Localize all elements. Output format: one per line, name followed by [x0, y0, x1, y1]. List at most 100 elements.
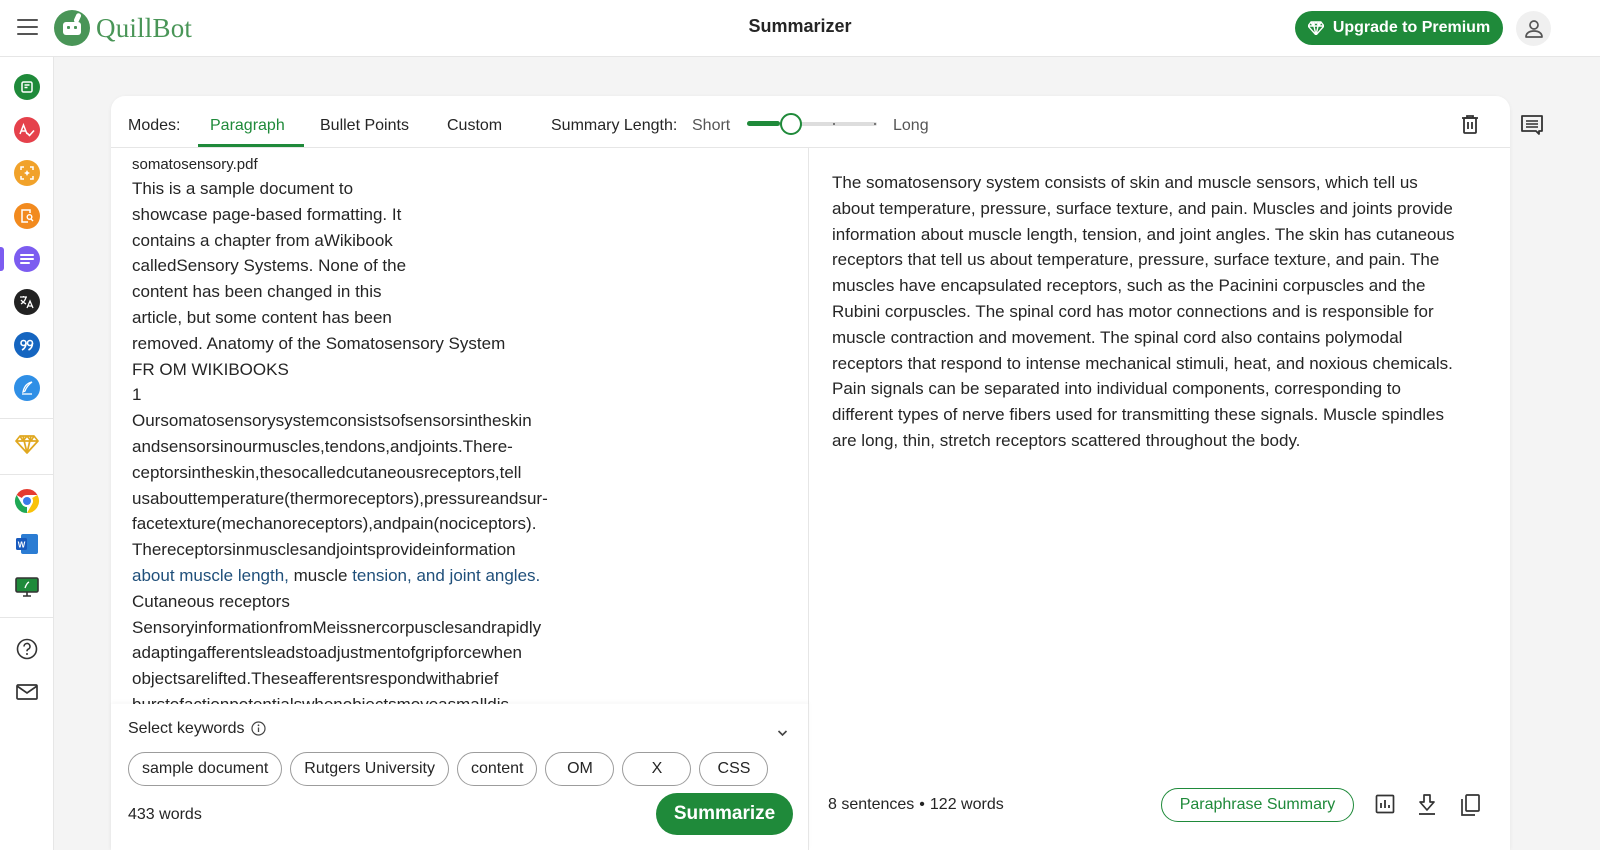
keyword-chip[interactable]: X — [622, 752, 692, 786]
input-line: Cutaneous receptors — [132, 591, 290, 611]
input-pane[interactable]: somatosensory.pdf This is a sample docum… — [111, 148, 809, 704]
diamond-icon — [15, 435, 39, 454]
stats-separator: • — [919, 796, 925, 813]
top-bar: QuillBot Summarizer Upgrade to Premium — [0, 0, 1600, 57]
paraphraser-icon — [21, 81, 33, 93]
feedback-button[interactable] — [1520, 114, 1544, 141]
sidebar-item-contact[interactable] — [14, 679, 40, 705]
sidebar-item-help[interactable] — [14, 636, 40, 662]
upgrade-button[interactable]: Upgrade to Premium — [1295, 11, 1503, 45]
bar-chart-icon — [1375, 794, 1395, 814]
quillbot-logo[interactable]: QuillBot — [54, 10, 192, 46]
highlighted-text: tension, and joint angles. — [352, 565, 541, 585]
sidebar-item-desktop-app[interactable] — [14, 574, 40, 600]
plagiarism-icon — [21, 209, 34, 223]
keyword-chip[interactable]: content — [457, 752, 538, 786]
input-line: adaptingafferentsleadstoadjustmentofgrip… — [132, 643, 523, 663]
sidebar-item-translator[interactable] — [14, 289, 40, 315]
quill-pen-icon — [22, 381, 33, 395]
comment-icon — [1521, 115, 1543, 135]
sidebar-item-grammar-checker[interactable] — [14, 117, 40, 143]
input-line-highlighted: about muscle length, muscle tension, and… — [132, 563, 732, 589]
sidebar-active-indicator — [0, 247, 4, 271]
slider-fill — [747, 121, 780, 126]
copy-icon — [1461, 794, 1480, 816]
logo-icon — [54, 10, 90, 46]
sentence-count: 8 sentences — [828, 796, 915, 813]
sidebar-item-summarizer[interactable] — [14, 246, 40, 272]
input-line: removed. Anatomy of the Somatosensory Sy… — [132, 333, 506, 353]
ai-detector-icon — [20, 166, 34, 180]
sidebar-divider — [0, 617, 54, 618]
output-pane: The somatosensory system consists of ski… — [810, 148, 1510, 850]
input-line: content has been changed in this — [132, 282, 382, 302]
sidebar-item-word-addin[interactable]: W — [14, 531, 40, 557]
keyword-chip[interactable]: CSS — [699, 752, 769, 786]
summarize-button[interactable]: Summarize — [656, 793, 793, 835]
account-button[interactable] — [1516, 11, 1551, 46]
input-line: facetexture(mechanoreceptors),andpain(no… — [132, 514, 537, 534]
sidebar-item-premium[interactable] — [14, 431, 40, 457]
modes-label: Modes: — [128, 117, 181, 134]
help-icon — [16, 638, 38, 660]
sidebar-item-plagiarism-checker[interactable] — [14, 203, 40, 229]
copy-button[interactable] — [1460, 794, 1480, 821]
menu-icon[interactable] — [17, 19, 38, 35]
summary-length-label: Summary Length: — [551, 117, 678, 134]
input-line: Oursomatosensorysystemconsistsofsensorsi… — [132, 411, 532, 431]
paraphrase-summary-button[interactable]: Paraphrase Summary — [1161, 788, 1354, 822]
slider-thumb[interactable] — [779, 113, 802, 135]
input-word-count: 433 words — [128, 806, 202, 823]
upgrade-label: Upgrade to Premium — [1332, 19, 1491, 36]
input-line: SensoryinformationfromMeissnercorpuscles… — [132, 617, 542, 637]
chrome-icon — [14, 489, 40, 513]
desktop-icon — [15, 577, 39, 597]
short-label: Short — [692, 117, 731, 134]
sidebar-item-chrome-extension[interactable] — [14, 488, 40, 514]
input-line: objectsarelifted.Theseafferentsrespondwi… — [132, 669, 499, 689]
tab-bullet-points[interactable]: Bullet Points — [320, 117, 409, 135]
chevron-down-icon[interactable] — [777, 724, 788, 742]
input-footer: Select keywords sample document Rutgers … — [111, 704, 809, 850]
sidebar-item-quillbot-flow[interactable] — [14, 375, 40, 401]
summary-length-slider[interactable] — [747, 113, 877, 135]
highlighted-text: about muscle length, — [132, 565, 289, 585]
input-line: FR OM WIKIBOOKS — [132, 359, 289, 379]
info-icon[interactable] — [251, 721, 266, 741]
input-line: burstofactionpotentialswhenobjectsmoveas… — [132, 692, 732, 704]
select-keywords-label: Select keywords — [128, 720, 245, 737]
sidebar-item-ai-detector[interactable] — [14, 160, 40, 186]
mail-icon — [16, 684, 38, 700]
quote-icon — [20, 339, 34, 351]
diamond-icon — [1307, 21, 1324, 35]
long-label: Long — [893, 117, 929, 134]
sidebar-item-paraphraser[interactable] — [14, 74, 40, 100]
sidebar: W — [0, 57, 54, 850]
translate-icon — [20, 296, 34, 309]
input-line: 1 — [132, 385, 142, 405]
input-line: This is a sample document to — [132, 179, 354, 198]
input-line: contains a chapter from aWikibook — [132, 230, 393, 250]
keyword-chip[interactable]: Rutgers University — [290, 752, 449, 786]
brand-name: QuillBot — [96, 12, 193, 43]
user-icon — [1524, 19, 1543, 38]
tab-custom[interactable]: Custom — [447, 117, 502, 135]
download-icon — [1419, 794, 1435, 815]
trash-icon — [1462, 115, 1478, 134]
statistics-button[interactable] — [1375, 794, 1395, 819]
sidebar-item-citation-generator[interactable] — [14, 332, 40, 358]
summary-word-count: 122 words — [929, 796, 1004, 813]
keyword-chip[interactable]: sample document — [128, 752, 283, 786]
input-line: calledSensory Systems. None of the — [132, 256, 407, 276]
input-text-area[interactable]: This is a sample document to showcase pag… — [132, 176, 732, 704]
input-line: article, but some content has been — [132, 307, 392, 327]
delete-button[interactable] — [1461, 114, 1479, 139]
summary-output[interactable]: The somatosensory system consists of ski… — [832, 170, 1462, 454]
sidebar-divider — [0, 418, 54, 419]
plain-text: muscle — [288, 565, 353, 585]
tab-paragraph[interactable]: Paragraph — [210, 117, 285, 135]
download-button[interactable] — [1417, 794, 1437, 821]
keyword-chips: sample document Rutgers University conte… — [128, 752, 769, 786]
keyword-chip[interactable]: OM — [545, 752, 615, 786]
mode-toolbar: Modes: Paragraph Bullet Points Custom Su… — [111, 96, 1510, 148]
